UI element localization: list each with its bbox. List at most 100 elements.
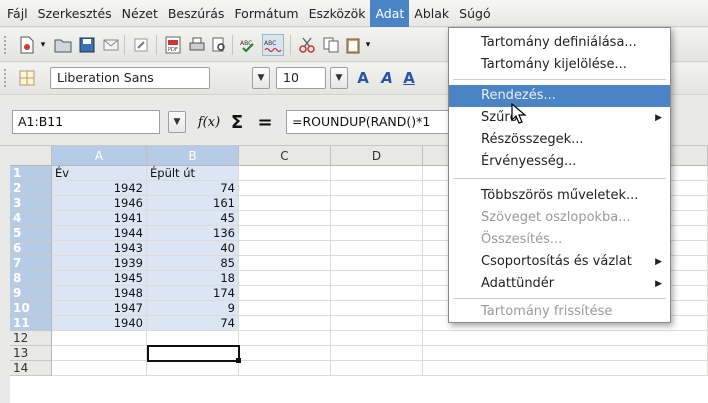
- table-cell[interactable]: [331, 361, 423, 376]
- menu-item-datapilot[interactable]: Adattündér ▶: [449, 273, 670, 295]
- function-wizard-icon[interactable]: f(x): [198, 111, 220, 133]
- menu-data[interactable]: Adat: [370, 0, 410, 27]
- new-document-icon[interactable]: [16, 34, 38, 56]
- open-folder-icon[interactable]: [52, 34, 74, 56]
- column-header-a[interactable]: A: [52, 146, 147, 166]
- table-cell[interactable]: [239, 256, 331, 271]
- menu-view[interactable]: Nézet: [117, 0, 163, 27]
- table-cell[interactable]: 74: [147, 316, 239, 331]
- table-cell[interactable]: [52, 361, 147, 376]
- menu-edit[interactable]: Szerkesztés: [33, 0, 117, 27]
- table-cell[interactable]: [423, 361, 708, 376]
- row-header[interactable]: 2: [10, 181, 52, 196]
- menu-item-filter[interactable]: Szűrő ▶: [449, 107, 670, 129]
- menu-format[interactable]: Formátum: [229, 0, 303, 27]
- table-cell[interactable]: 161: [147, 196, 239, 211]
- row-header[interactable]: 1: [10, 166, 52, 181]
- cut-icon[interactable]: [296, 34, 318, 56]
- name-box[interactable]: A1:B11: [12, 110, 160, 134]
- row-header[interactable]: 14: [10, 361, 52, 376]
- font-size-combo[interactable]: 10: [276, 67, 326, 89]
- table-cell[interactable]: [331, 271, 423, 286]
- table-cell[interactable]: [423, 331, 708, 346]
- toolbar-grip[interactable]: [4, 69, 10, 87]
- email-icon[interactable]: [100, 34, 122, 56]
- bold-icon[interactable]: A: [352, 67, 374, 89]
- row-header[interactable]: 8: [10, 271, 52, 286]
- table-cell[interactable]: Év: [52, 166, 147, 181]
- menu-file[interactable]: Fájl: [2, 0, 33, 27]
- font-name-combo[interactable]: Liberation Sans: [50, 67, 210, 89]
- corner-select-all[interactable]: [10, 146, 52, 166]
- table-cell[interactable]: [331, 331, 423, 346]
- menu-item-consolidate[interactable]: Összesítés...: [449, 229, 670, 251]
- table-cell[interactable]: 18: [147, 271, 239, 286]
- row-header[interactable]: 12: [10, 331, 52, 346]
- sum-icon[interactable]: Σ: [226, 111, 248, 133]
- table-cell[interactable]: 1944: [52, 226, 147, 241]
- edit-file-icon[interactable]: [130, 34, 152, 56]
- table-cell[interactable]: 40: [147, 241, 239, 256]
- name-box-dropdown-button[interactable]: ▼: [168, 111, 186, 133]
- menu-item-refresh-range[interactable]: Tartomány frissítése: [449, 301, 670, 323]
- table-cell[interactable]: [331, 181, 423, 196]
- table-cell[interactable]: [239, 286, 331, 301]
- paste-icon[interactable]: [342, 34, 364, 56]
- table-cell[interactable]: [239, 331, 331, 346]
- row-header[interactable]: 10: [10, 301, 52, 316]
- table-cell[interactable]: [331, 286, 423, 301]
- print-icon[interactable]: [186, 34, 208, 56]
- menu-item-sort[interactable]: Rendezés...: [449, 85, 670, 107]
- table-cell[interactable]: 174: [147, 286, 239, 301]
- menu-item-validity[interactable]: Érvényesség...: [449, 151, 670, 173]
- table-cell[interactable]: [239, 361, 331, 376]
- table-cell[interactable]: [239, 226, 331, 241]
- table-cell[interactable]: [147, 331, 239, 346]
- row-header[interactable]: 11: [10, 316, 52, 331]
- table-cell[interactable]: [239, 271, 331, 286]
- column-header-c[interactable]: C: [239, 146, 331, 166]
- table-cell[interactable]: 1947: [52, 301, 147, 316]
- row-header[interactable]: 9: [10, 286, 52, 301]
- autospellcheck-icon[interactable]: ABC: [262, 34, 284, 56]
- menu-help[interactable]: Súgó: [454, 0, 495, 27]
- save-icon[interactable]: [76, 34, 98, 56]
- table-cell[interactable]: 1941: [52, 211, 147, 226]
- table-cell[interactable]: [52, 346, 147, 361]
- spellcheck-icon[interactable]: ABC: [238, 34, 260, 56]
- underline-icon[interactable]: A: [398, 67, 420, 89]
- row-header[interactable]: 4: [10, 211, 52, 226]
- table-cell[interactable]: [331, 211, 423, 226]
- menu-item-select-range[interactable]: Tartomány kijelölése...: [449, 54, 670, 76]
- table-cell[interactable]: 1946: [52, 196, 147, 211]
- table-cell[interactable]: [331, 316, 423, 331]
- table-cell[interactable]: 9: [147, 301, 239, 316]
- table-cell[interactable]: 1943: [52, 241, 147, 256]
- paste-dropdown-arrow-icon[interactable]: ▾: [362, 34, 374, 56]
- toolbar-grip[interactable]: [4, 36, 10, 54]
- table-cell[interactable]: [239, 196, 331, 211]
- table-cell[interactable]: [239, 301, 331, 316]
- font-size-dropdown-button[interactable]: ▼: [330, 67, 348, 89]
- menu-item-define-range[interactable]: Tartomány definiálása...: [449, 32, 670, 54]
- table-cell[interactable]: 74: [147, 181, 239, 196]
- copy-icon[interactable]: [320, 34, 342, 56]
- table-cell[interactable]: 136: [147, 226, 239, 241]
- row-header[interactable]: 3: [10, 196, 52, 211]
- table-cell[interactable]: [239, 346, 331, 361]
- table-cell[interactable]: [331, 256, 423, 271]
- menu-item-group-and-outline[interactable]: Csoportosítás és vázlat ▶: [449, 251, 670, 273]
- italic-icon[interactable]: A: [376, 67, 398, 89]
- page-preview-icon[interactable]: [208, 34, 230, 56]
- formula-input[interactable]: =ROUNDUP(RAND()*1: [286, 110, 466, 134]
- table-cell[interactable]: [331, 196, 423, 211]
- table-cell[interactable]: 1940: [52, 316, 147, 331]
- table-cell[interactable]: [331, 241, 423, 256]
- styles-icon[interactable]: [16, 67, 38, 89]
- menu-item-text-to-columns[interactable]: Szöveget oszlopokba...: [449, 207, 670, 229]
- table-cell[interactable]: Épült út: [147, 166, 239, 181]
- table-cell[interactable]: 1942: [52, 181, 147, 196]
- row-header[interactable]: 5: [10, 226, 52, 241]
- menu-item-subtotals[interactable]: Részösszegek...: [449, 129, 670, 151]
- row-header[interactable]: 7: [10, 256, 52, 271]
